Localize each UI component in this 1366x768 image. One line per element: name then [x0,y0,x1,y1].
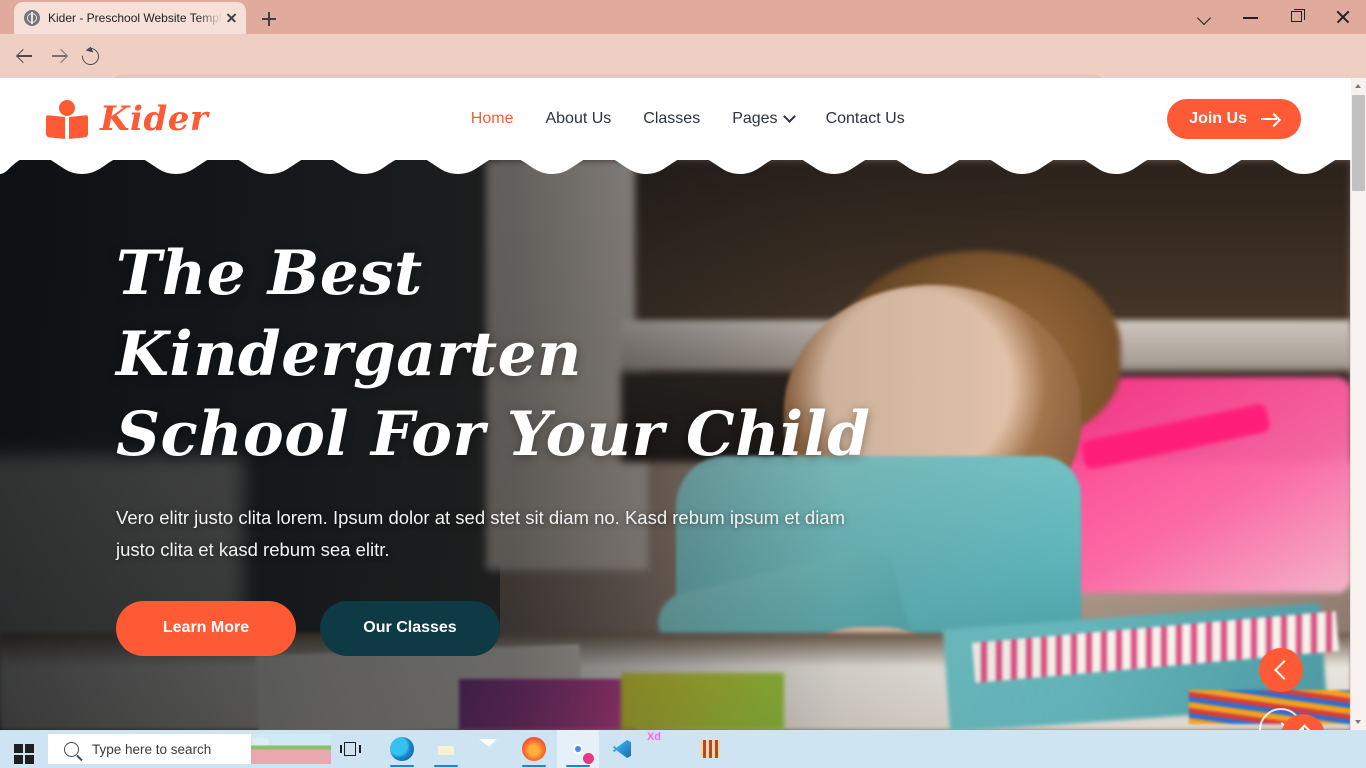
new-tab-button[interactable] [256,6,282,32]
logo[interactable]: Kider [46,99,208,139]
maximize-button[interactable] [1274,0,1320,34]
hero-title-line1: The Best Kindergarten [116,238,582,390]
windows-taskbar: Type here to search [0,730,1366,768]
taskbar-app-winrar[interactable] [689,730,731,768]
join-us-label: Join Us [1189,110,1247,127]
nav-item-about-us[interactable]: About Us [545,110,611,128]
book-reader-icon [46,100,88,139]
reload-icon [78,44,103,69]
scrollbar-thumb[interactable] [1352,95,1365,191]
screen: Kider - Preschool Website Template File [0,0,1366,768]
page-viewport: The Best Kindergarten School For Your Ch… [0,78,1366,730]
hero-section: The Best Kindergarten School For Your Ch… [0,160,1351,730]
search-placeholder: Type here to search [92,741,212,757]
browser-tab[interactable]: Kider - Preschool Website Template [14,2,246,34]
nav-item-pages[interactable]: Pages [732,110,796,128]
minimize-button[interactable] [1228,0,1274,34]
back-button[interactable] [8,40,40,72]
start-button[interactable] [0,730,48,768]
chevron-down-icon [782,110,796,123]
nav-item-home[interactable]: Home [471,110,514,128]
chevron-down-icon[interactable] [1182,0,1228,34]
scallop-divider [0,152,1351,174]
taskbar-app-firefox[interactable] [513,730,555,768]
edge-icon [390,737,414,761]
search-icon [64,741,79,757]
taskbar-app-file-explorer[interactable] [425,730,467,768]
taskbar-app-mail[interactable] [469,730,511,768]
taskbar-app-vscode[interactable] [601,730,643,768]
hero-content: The Best Kindergarten School For Your Ch… [116,160,876,730]
task-view-button[interactable] [331,730,375,768]
chrome-badge-icon [583,753,594,764]
hero-title-line2: School For Your Child [116,399,871,471]
arrow-right-icon [1260,113,1279,125]
carousel-prev-button[interactable] [1259,648,1303,692]
tab-strip: Kider - Preschool Website Template [0,0,1366,34]
globe-icon [24,10,40,26]
join-us-button[interactable]: Join Us [1167,99,1301,139]
reload-button[interactable] [74,40,106,72]
taskbar-app-edge[interactable] [381,730,423,768]
chevron-left-icon [1274,660,1294,680]
page-scrollbar[interactable] [1350,78,1366,730]
page-title: The Best Kindergarten School For Your Ch… [116,234,876,476]
triangle-down-icon[interactable] [1351,714,1366,730]
browser-chrome: Kider - Preschool Website Template File [0,0,1366,106]
taskbar-search-input[interactable]: Type here to search [48,734,331,764]
nav-item-pages-label: Pages [732,110,778,127]
nav-item-contact-us[interactable]: Contact Us [826,110,905,128]
nav-item-classes[interactable]: Classes [643,110,700,128]
cloud-icon [253,738,269,745]
firefox-icon [522,737,546,761]
hero-subtitle: Vero elitr justo clita lorem. Ipsum dolo… [116,506,846,561]
main-navigation: Home About Us Classes Pages Contact Us [471,110,905,128]
site-header: Kider Home About Us Classes Pages Contac… [0,78,1351,160]
our-classes-button[interactable]: Our Classes [320,600,500,656]
window-controls [1182,0,1366,34]
taskbar-apps [381,730,731,768]
close-button[interactable] [1320,0,1366,34]
taskbar-app-adobe-xd[interactable] [645,730,687,768]
learn-more-button[interactable]: Learn More [116,600,296,656]
close-icon[interactable] [222,9,240,27]
tab-title: Kider - Preschool Website Template [48,11,222,25]
browser-toolbar: File D:/عبد الرحمن20%/preschool/index.ht… [0,34,1366,106]
forward-button[interactable] [44,40,76,72]
triangle-up-icon[interactable] [1351,78,1366,94]
hero-buttons: Learn More Our Classes [116,600,876,656]
taskbar-app-chrome[interactable] [557,730,599,768]
logo-text: Kider [100,99,209,139]
